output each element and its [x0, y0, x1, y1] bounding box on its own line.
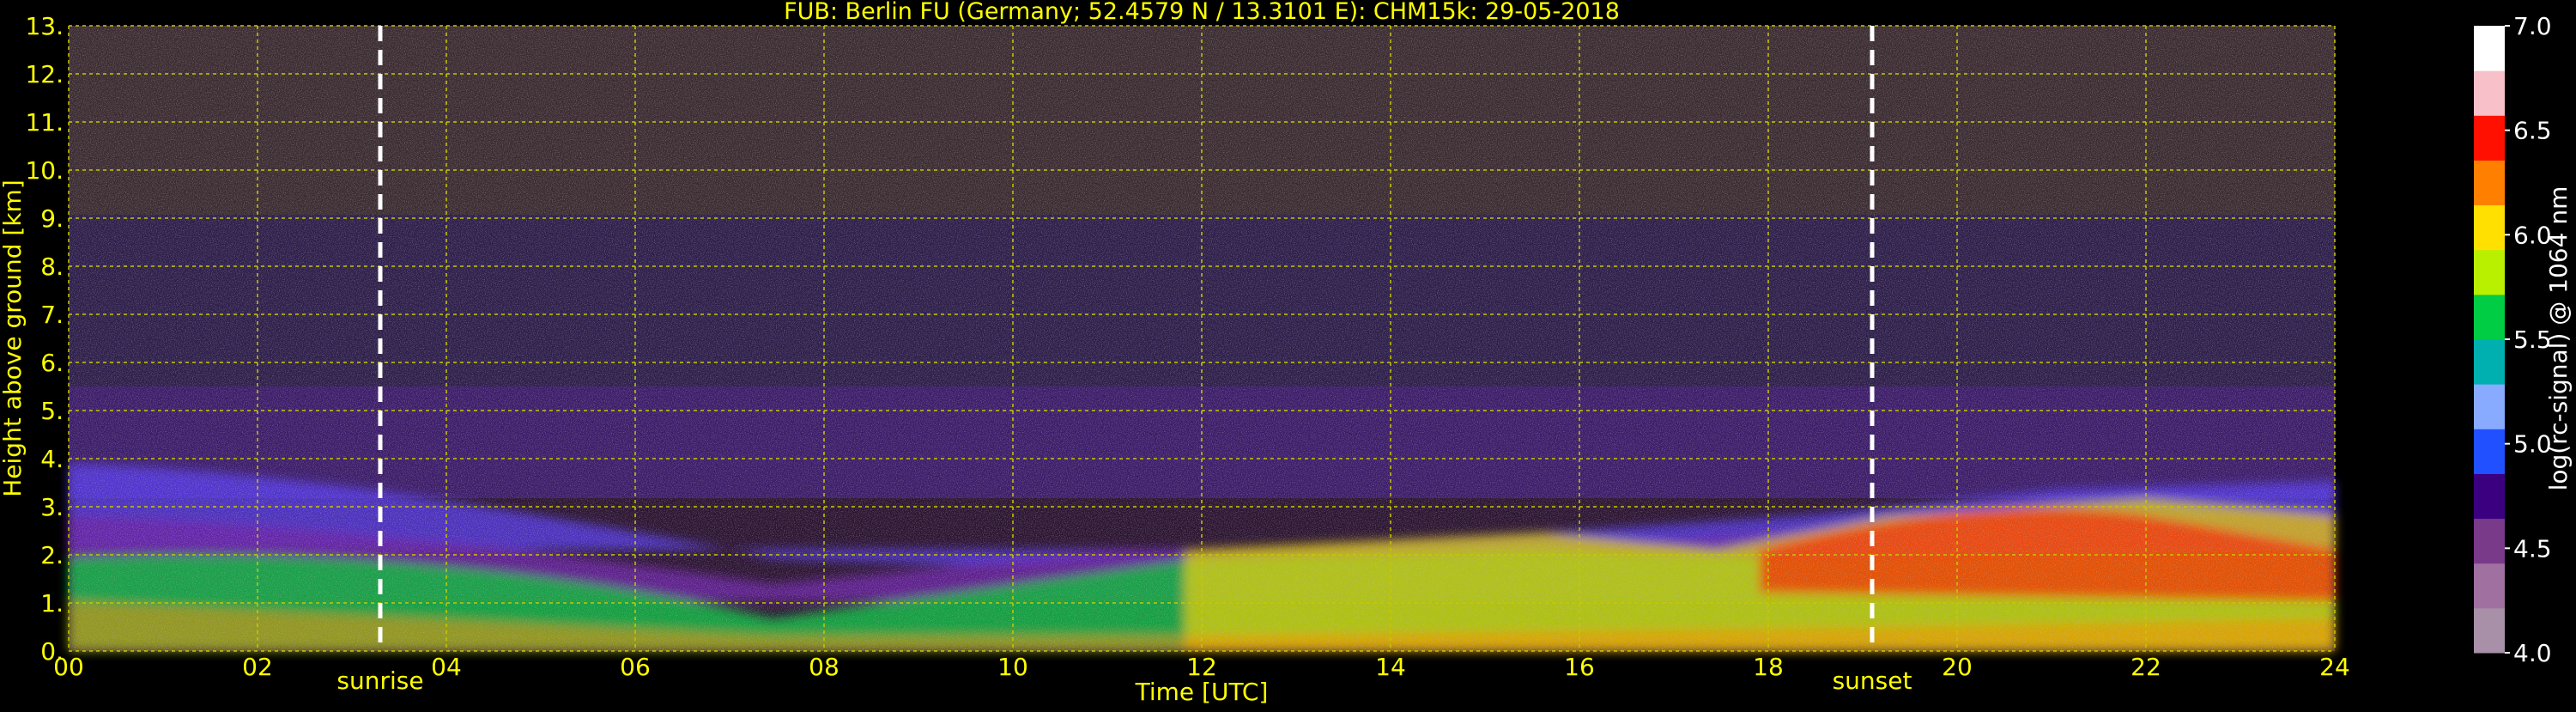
chart-svg: sunrise sunset 00 02 04 06 08 10 12 14 16 18 20 22 24… [0, 0, 2573, 706]
x-tick-label: 14 [1375, 653, 1406, 681]
y-tick-label: 6. [40, 349, 64, 377]
chart: sunrise sunset 00 02 04 06 08 10 12 14 16 18 20 22 24… [0, 0, 2576, 708]
x-tick-label: 20 [1942, 653, 1973, 681]
x-tick-label: 10 [997, 653, 1028, 681]
y-tick-label: 13. [25, 12, 64, 40]
x-tick-label: 16 [1564, 653, 1595, 681]
y-tick-label: 8. [40, 253, 64, 281]
x-tick-label: 22 [2131, 653, 2161, 681]
y-tick-label: 12. [25, 60, 64, 88]
colorbar-segment [2474, 204, 2505, 251]
y-tick-label: 10. [25, 156, 64, 185]
colorbar-tick-label: 4.5 [2513, 534, 2552, 563]
colorbar-segment [2474, 70, 2505, 116]
colorbar-tick-label: 6.5 [2513, 117, 2552, 145]
colorbar-segment [2474, 160, 2505, 206]
y-tick-label: 7. [40, 301, 64, 329]
colorbar-segment [2474, 294, 2505, 340]
colorbar-segment [2474, 429, 2505, 474]
y-tick-label: 11. [25, 108, 64, 137]
y-tick-label: 1. [40, 589, 64, 618]
colorbar-tick-label: 7.0 [2513, 12, 2552, 40]
x-tick-label: 18 [1753, 653, 1784, 681]
chart-title: FUB: Berlin FU (Germany; 52.4579 N / 13.… [784, 0, 1620, 25]
x-tick-label: 24 [2319, 653, 2350, 681]
sunset-label: sunset [1833, 666, 1912, 695]
y-tick-label: 3. [40, 493, 64, 521]
y-axis-label: Height above ground [km] [0, 180, 27, 497]
colorbar-segment [2474, 339, 2505, 385]
sunrise-label: sunrise [336, 666, 423, 695]
x-tick-label: 04 [431, 653, 462, 681]
x-tick-label: 06 [620, 653, 651, 681]
colorbar-segment [2474, 518, 2505, 564]
y-axis-ticks: 0. 1. 2. 3. 4. 5. 6. 7. 8. 9. 10. 11. 12. 13. [25, 12, 64, 666]
y-tick-label: 4. [40, 445, 64, 473]
colorbar-segment [2474, 249, 2505, 295]
y-tick-label: 5. [40, 397, 64, 425]
y-tick-label: 0. [40, 637, 64, 666]
colorbar-segment [2474, 115, 2505, 161]
colorbar-tick-label: 4.0 [2513, 639, 2552, 667]
colorbar-segment [2474, 563, 2505, 609]
colorbar-segment [2474, 26, 2505, 71]
colorbar-segment [2474, 607, 2505, 654]
y-tick-label: 2. [40, 541, 64, 569]
y-tick-label: 9. [40, 204, 64, 233]
colorbar-segment [2474, 473, 2505, 520]
x-tick-label: 02 [242, 653, 273, 681]
x-tick-label: 08 [809, 653, 839, 681]
colorbar-label: log(rc-signal) @ 1064 nm [2544, 186, 2573, 491]
colorbar: 4.04.55.05.56.06.57.0 [2474, 12, 2552, 667]
x-axis-label: Time [UTC] [1135, 678, 1269, 706]
colorbar-segment [2474, 384, 2505, 429]
